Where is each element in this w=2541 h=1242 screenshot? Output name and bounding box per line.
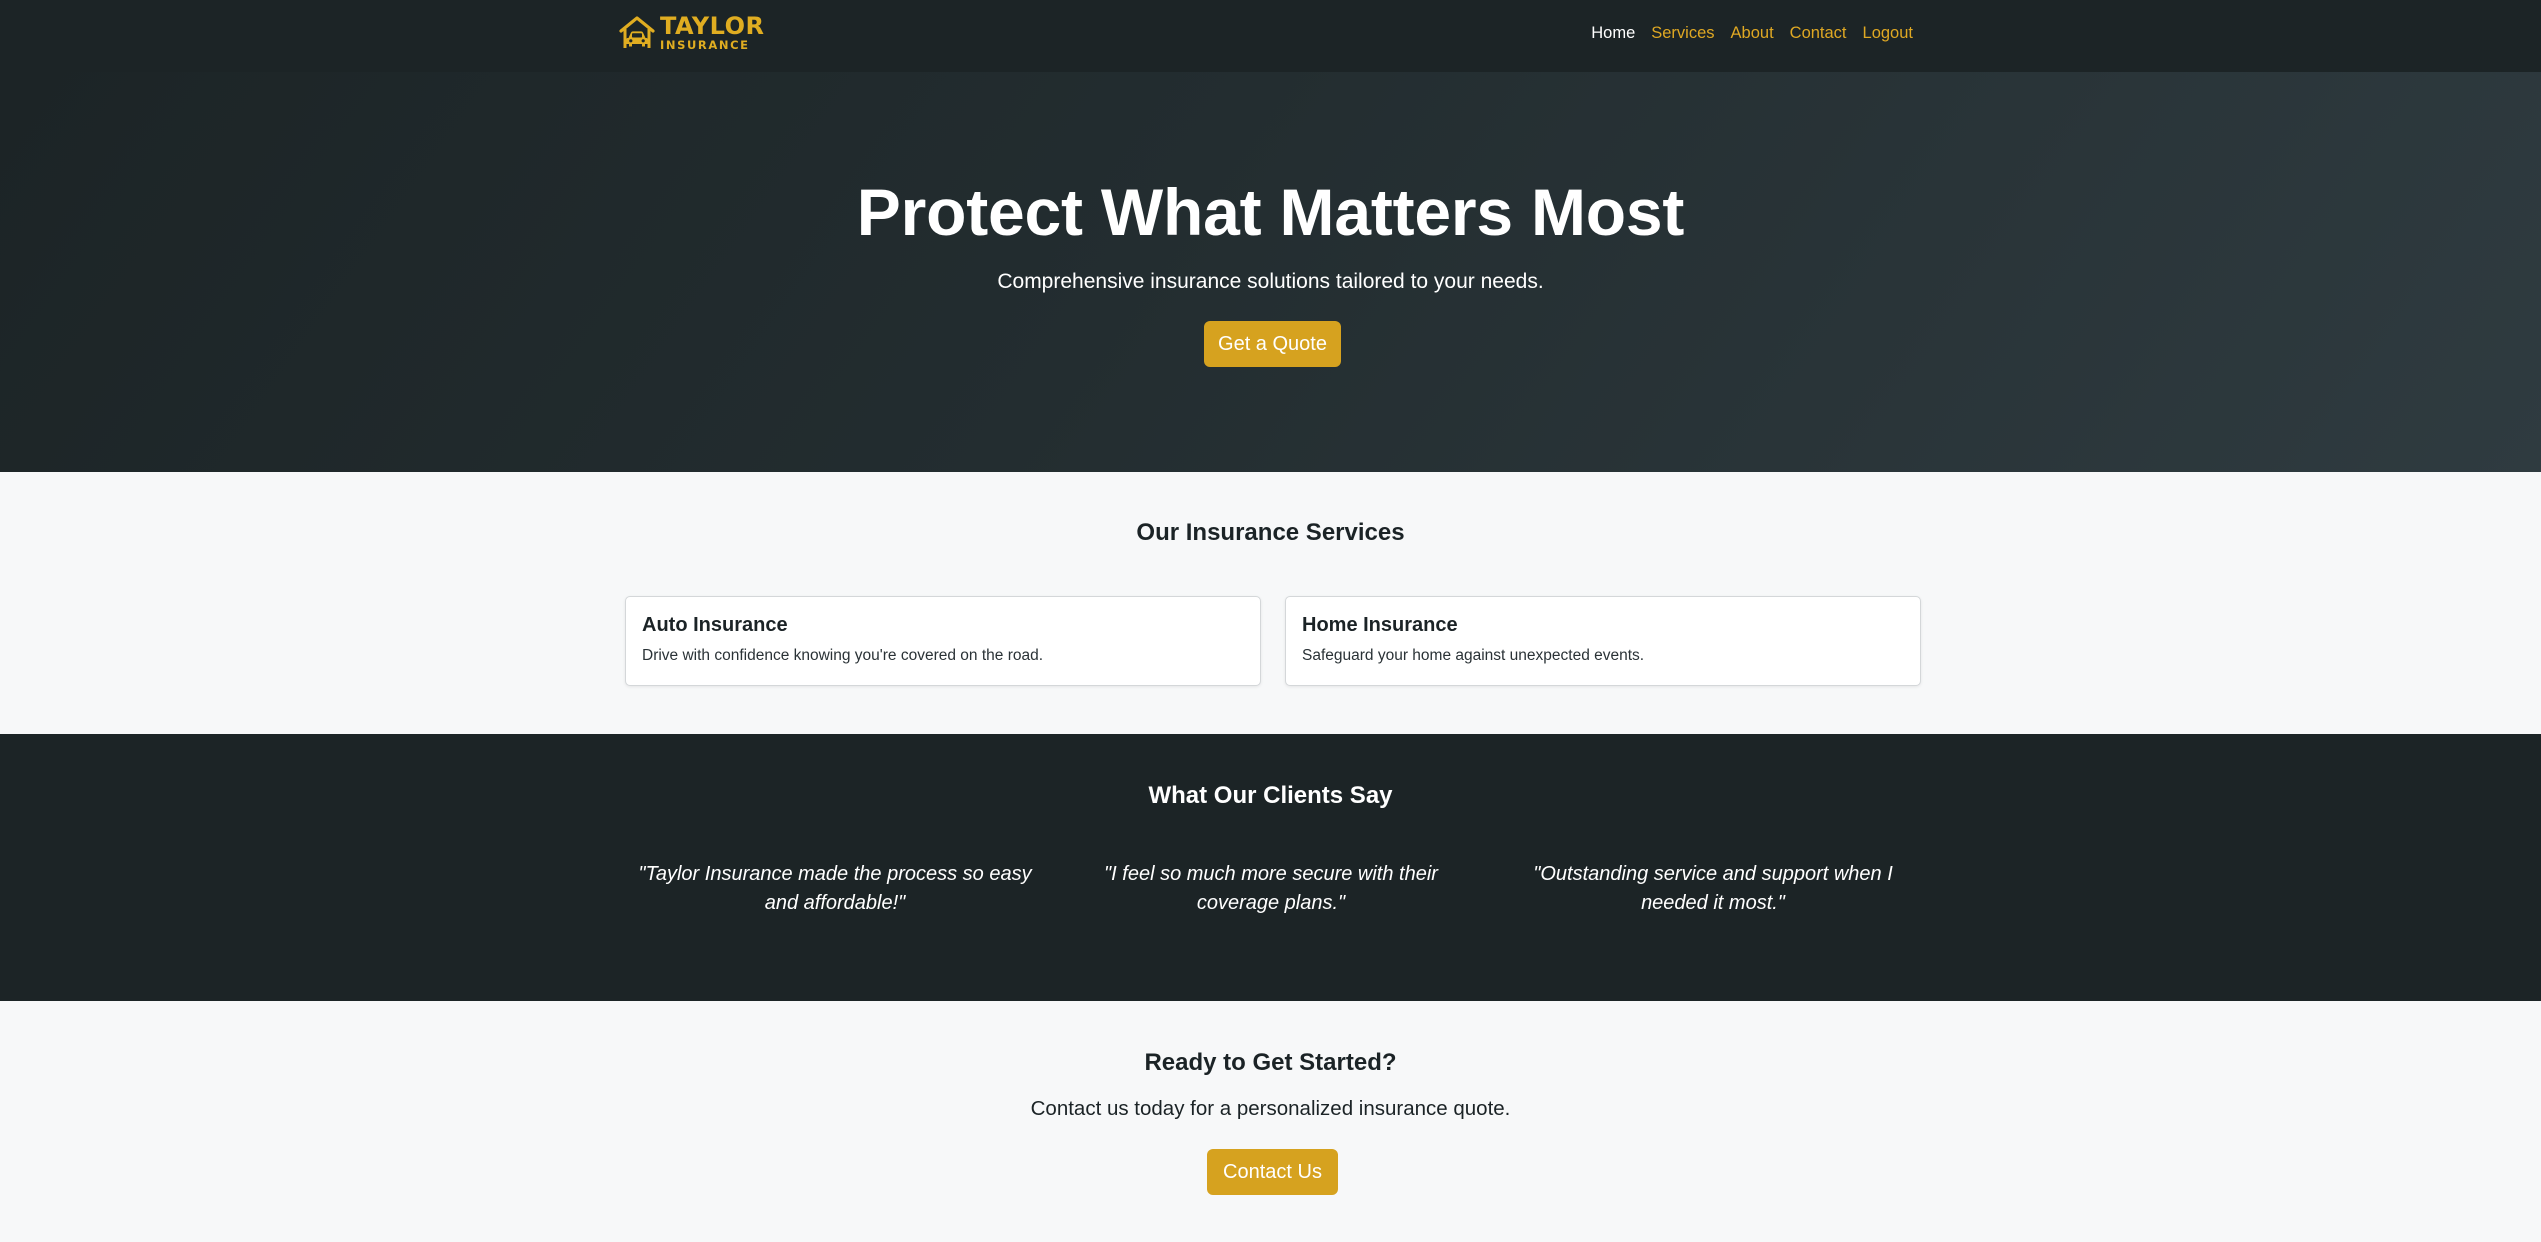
card-text: Drive with confidence knowing you're cov… <box>642 647 1044 664</box>
nav-about-link[interactable]: About <box>1731 24 1774 42</box>
services-section: Our Insurance Services Auto Insurance Dr… <box>0 472 2541 734</box>
hero-subtitle: Comprehensive insurance solutions tailor… <box>997 270 1544 293</box>
navbar: TAYLOR INSURANCE Home Services About Con… <box>0 0 2541 72</box>
nav-services-link[interactable]: Services <box>1651 24 1714 42</box>
contact-us-button[interactable]: Contact Us <box>1207 1149 1338 1195</box>
nav-menu: Home Services About Contact Logout <box>1591 0 1913 66</box>
testimonial-quote: "Taylor Insurance made the process so ea… <box>638 863 1032 914</box>
card-title: Home Insurance <box>1302 614 1458 636</box>
hero-section: Protect What Matters Most Comprehensive … <box>0 72 2541 472</box>
auto-insurance-card: Auto Insurance Drive with confidence kno… <box>625 596 1261 686</box>
nav-home-link[interactable]: Home <box>1591 24 1635 42</box>
brand-wordmark: TAYLOR INSURANCE <box>660 14 764 52</box>
get-quote-button[interactable]: Get a Quote <box>1204 321 1341 367</box>
cta-section: Ready to Get Started? Contact us today f… <box>0 1001 2541 1242</box>
cta-heading: Ready to Get Started? <box>1144 1049 1397 1076</box>
brand-name: TAYLOR <box>660 12 765 41</box>
services-heading: Our Insurance Services <box>1136 519 1405 546</box>
card-text: Safeguard your home against unexpected e… <box>1302 647 1645 664</box>
brand-logo[interactable]: TAYLOR INSURANCE <box>618 13 764 53</box>
testimonials-section: What Our Clients Say "Taylor Insurance m… <box>0 734 2541 1001</box>
nav-contact-link[interactable]: Contact <box>1790 24 1847 42</box>
nav-logout-link[interactable]: Logout <box>1863 24 1913 42</box>
hero-title: Protect What Matters Most <box>856 175 1685 249</box>
cta-subtitle: Contact us today for a personalized insu… <box>1030 1097 1511 1120</box>
testimonial-quote: "I feel so much more secure with their c… <box>1104 863 1438 914</box>
testimonials-heading: What Our Clients Say <box>1148 782 1393 809</box>
card-title: Auto Insurance <box>642 614 788 636</box>
brand-tagline: INSURANCE <box>660 38 750 53</box>
house-car-icon <box>619 16 655 48</box>
home-insurance-card: Home Insurance Safeguard your home again… <box>1285 596 1921 686</box>
testimonial-quote: "Outstanding service and support when I … <box>1533 863 1893 914</box>
